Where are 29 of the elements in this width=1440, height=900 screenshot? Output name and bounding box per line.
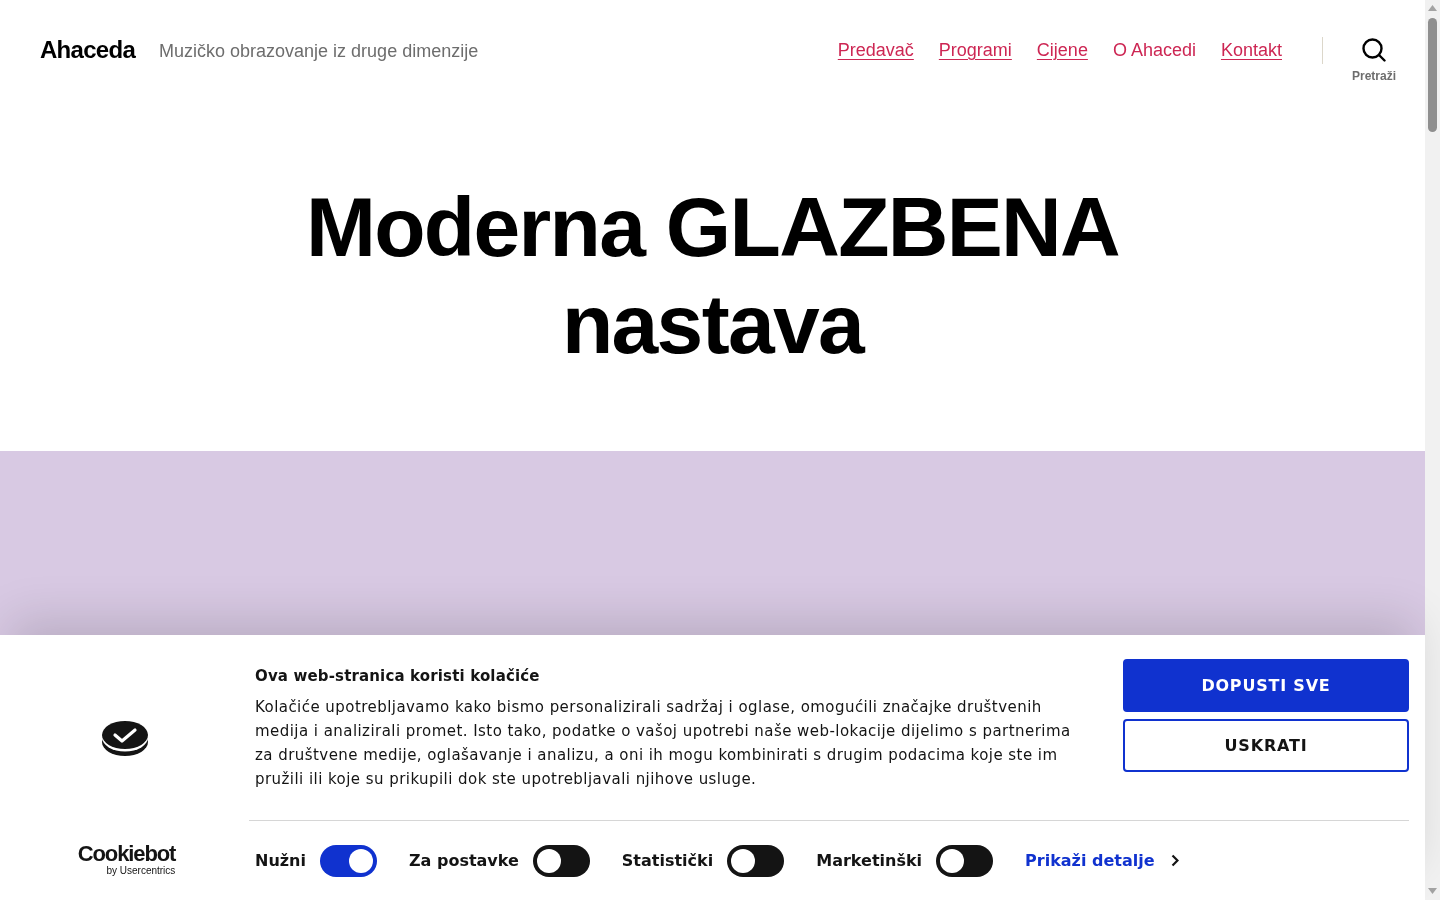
chevron-right-icon[interactable] bbox=[1170, 854, 1179, 867]
scrollbar[interactable] bbox=[1425, 0, 1440, 900]
toggle-label: Nužni bbox=[255, 849, 306, 872]
nav-link[interactable]: Predavač bbox=[837, 36, 914, 64]
search-icon bbox=[1362, 37, 1386, 62]
nav-link[interactable]: O Ahacedi bbox=[1112, 36, 1196, 64]
cookie-check-icon bbox=[101, 720, 148, 756]
banner-title: Ova web-stranica koristi kolačiće bbox=[255, 666, 541, 687]
nav-link[interactable]: Kontakt bbox=[1220, 36, 1282, 64]
toggle-switch[interactable] bbox=[532, 844, 590, 877]
toggle-switch[interactable] bbox=[936, 844, 994, 877]
site-title[interactable]: Ahaceda bbox=[40, 32, 135, 68]
hero-heading: Moderna GLAZBENA nastava bbox=[304, 178, 1121, 373]
details-link[interactable]: Prikaži detalje bbox=[1025, 848, 1155, 873]
brand-logo-text: Cookiebot bbox=[77, 843, 176, 865]
allow-all-button[interactable]: DOPUSTI SVE bbox=[1123, 659, 1409, 712]
deny-button[interactable]: USKRATI bbox=[1123, 719, 1409, 772]
toggle-switch[interactable] bbox=[319, 844, 377, 877]
brand-byline: by Usercentrics bbox=[106, 865, 176, 877]
nav-link[interactable]: Cijene bbox=[1036, 36, 1088, 64]
toggle-label: Statistički bbox=[621, 849, 714, 872]
search-button[interactable]: Pretraži bbox=[1323, 15, 1425, 85]
toggle-label: Za postavke bbox=[408, 849, 519, 872]
nav-link[interactable]: Programi bbox=[938, 36, 1012, 64]
toggle-label: Marketinški bbox=[816, 849, 923, 872]
site-tagline: Muzičko obrazovanje iz druge dimenzije bbox=[159, 39, 479, 63]
toggle-switch[interactable] bbox=[727, 844, 785, 877]
scrollbar-thumb[interactable] bbox=[1428, 18, 1437, 132]
banner-text: Kolačiće upotrebljavamo kako bismo personalizirali sadržaj i oglase, omogućili značajke društvenih medija i analizirali promet. Isto tako, podatke o vašoj upotrebi naše web-lokacije dijelimo s partnerima za društvene medije, oglašavanje i analizu, a oni ih mogu kombinirati s drugim podacima koje ste im pružili ili koje su prikupili dok ste upotrebljavali njihove usluge. bbox=[255, 697, 1072, 790]
